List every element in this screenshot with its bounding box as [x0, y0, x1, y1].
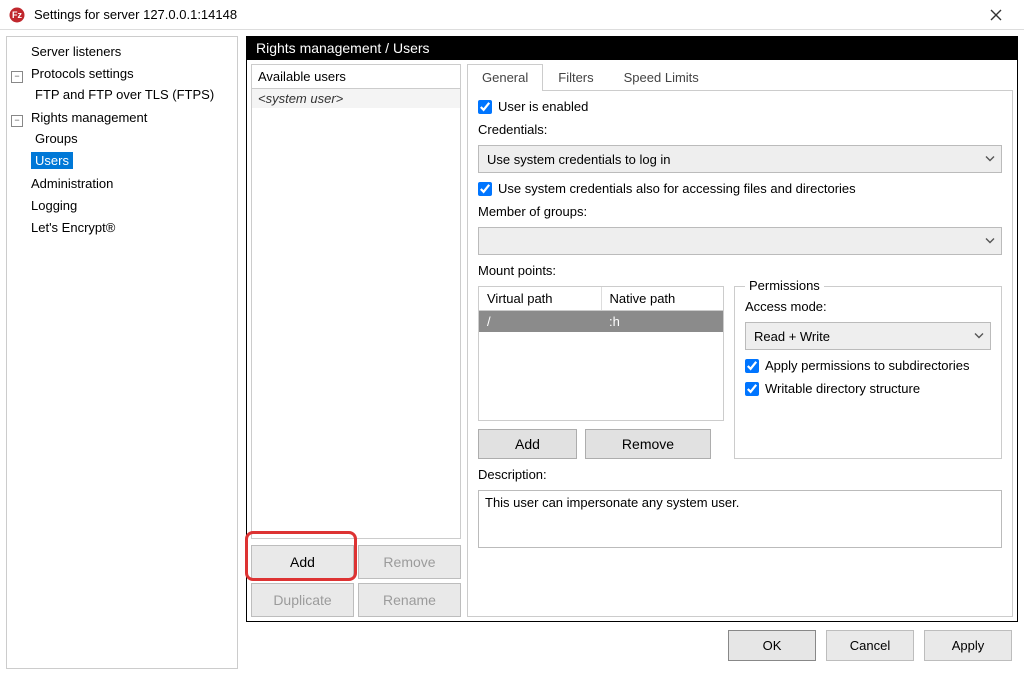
tree-server-listeners[interactable]: Server listeners: [27, 43, 125, 60]
settings-tree: Server listeners −Protocols settings FTP…: [6, 36, 238, 669]
add-user-button[interactable]: Add: [251, 545, 354, 579]
svg-text:Fz: Fz: [12, 10, 22, 20]
access-mode-label: Access mode:: [745, 299, 991, 314]
mount-row[interactable]: / :h: [479, 311, 723, 332]
rename-user-button[interactable]: Rename: [358, 583, 461, 617]
app-icon: Fz: [8, 6, 26, 24]
titlebar: Fz Settings for server 127.0.0.1:14148: [0, 0, 1024, 30]
syscred-files-label: Use system credentials also for accessin…: [498, 181, 856, 196]
writable-structure-checkbox[interactable]: [745, 382, 759, 396]
tab-speed-limits[interactable]: Speed Limits: [609, 64, 714, 90]
close-button[interactable]: [976, 2, 1016, 28]
member-groups-select[interactable]: [478, 227, 1002, 255]
chevron-down-icon: [985, 234, 995, 249]
available-users-header: Available users: [251, 64, 461, 88]
chevron-down-icon: [985, 152, 995, 167]
tree-protocols[interactable]: Protocols settings: [27, 65, 138, 82]
user-enabled-label: User is enabled: [498, 99, 588, 114]
cancel-button[interactable]: Cancel: [826, 630, 914, 661]
mount-points-table: Virtual path Native path / :h: [478, 286, 724, 421]
mount-virtual: /: [479, 311, 601, 332]
window-title: Settings for server 127.0.0.1:14148: [34, 7, 976, 22]
tree-administration[interactable]: Administration: [27, 175, 117, 192]
mount-points-label: Mount points:: [478, 263, 1002, 278]
permissions-legend: Permissions: [745, 278, 824, 293]
mount-add-button[interactable]: Add: [478, 429, 577, 459]
tree-ftp[interactable]: FTP and FTP over TLS (FTPS): [31, 86, 218, 103]
mount-remove-button[interactable]: Remove: [585, 429, 711, 459]
tree-users[interactable]: Users: [31, 152, 73, 169]
tree-logging[interactable]: Logging: [27, 197, 81, 214]
description-textarea[interactable]: This user can impersonate any system use…: [478, 490, 1002, 548]
access-mode-value: Read + Write: [754, 329, 830, 344]
syscred-files-checkbox[interactable]: [478, 182, 492, 196]
tree-toggle-protocols[interactable]: −: [11, 71, 23, 83]
description-label: Description:: [478, 467, 1002, 482]
user-system[interactable]: <system user>: [252, 89, 460, 108]
tree-letsencrypt[interactable]: Let's Encrypt®: [27, 219, 119, 236]
col-virtual-path[interactable]: Virtual path: [479, 287, 602, 310]
tab-general[interactable]: General: [467, 64, 543, 91]
permissions-group: Permissions Access mode: Read + Write: [734, 286, 1002, 459]
chevron-down-icon: [974, 329, 984, 344]
tree-groups[interactable]: Groups: [31, 130, 82, 147]
access-mode-select[interactable]: Read + Write: [745, 322, 991, 350]
writable-structure-label: Writable directory structure: [765, 381, 920, 396]
mount-native: :h: [601, 311, 723, 332]
duplicate-user-button[interactable]: Duplicate: [251, 583, 354, 617]
tabs: General Filters Speed Limits: [467, 64, 1013, 91]
credentials-value: Use system credentials to log in: [487, 152, 671, 167]
available-users-list: <system user>: [251, 88, 461, 539]
apply-subdirs-label: Apply permissions to subdirectories: [765, 358, 969, 373]
apply-subdirs-checkbox[interactable]: [745, 359, 759, 373]
remove-user-button[interactable]: Remove: [358, 545, 461, 579]
col-native-path[interactable]: Native path: [602, 287, 724, 310]
tab-filters[interactable]: Filters: [543, 64, 608, 90]
member-groups-label: Member of groups:: [478, 204, 1002, 219]
tree-rights[interactable]: Rights management: [27, 109, 151, 126]
credentials-select[interactable]: Use system credentials to log in: [478, 145, 1002, 173]
breadcrumb: Rights management / Users: [246, 36, 1018, 60]
apply-button[interactable]: Apply: [924, 630, 1012, 661]
credentials-label: Credentials:: [478, 122, 1002, 137]
user-enabled-checkbox[interactable]: [478, 100, 492, 114]
ok-button[interactable]: OK: [728, 630, 816, 661]
tree-toggle-rights[interactable]: −: [11, 115, 23, 127]
